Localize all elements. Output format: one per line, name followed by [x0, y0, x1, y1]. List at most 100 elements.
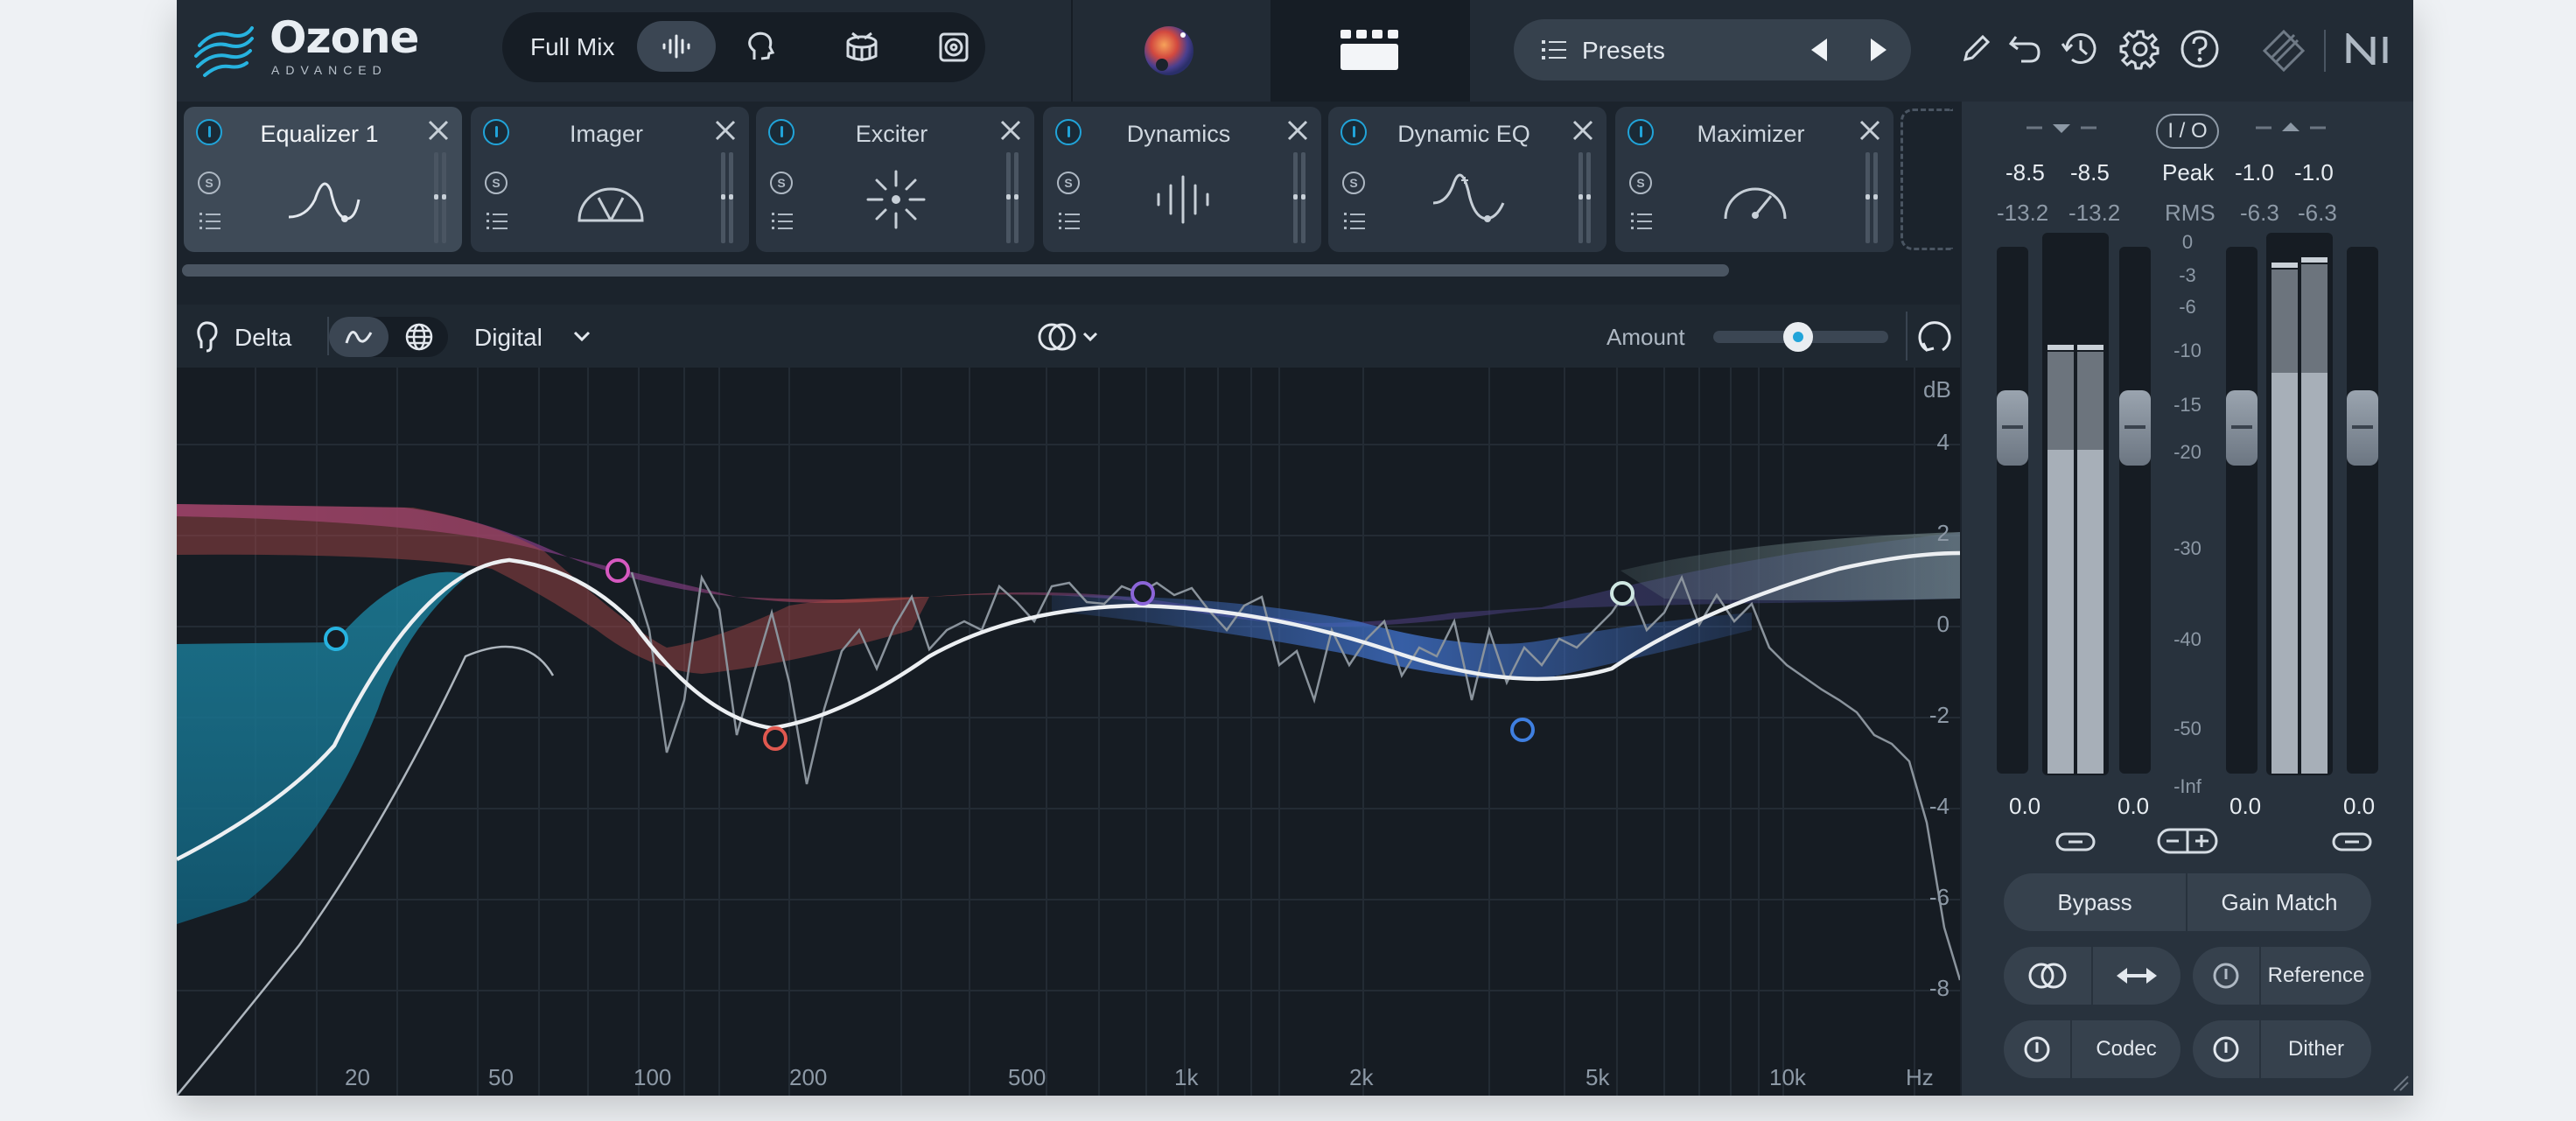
close-icon[interactable] [998, 117, 1024, 144]
output-level-right [2301, 373, 2328, 774]
output-rms-right-bar [2301, 264, 2328, 373]
chevron-down-icon[interactable] [1082, 331, 1099, 343]
module-menu-icon[interactable] [486, 212, 508, 231]
resize-grip-icon[interactable] [2390, 1073, 2410, 1092]
preset-list-icon[interactable] [1542, 39, 1566, 60]
full-mix-button[interactable] [637, 21, 716, 72]
close-icon[interactable] [1570, 117, 1596, 144]
eq-node-5[interactable] [1510, 718, 1535, 742]
eq-node-2[interactable] [606, 558, 630, 583]
module-power-button[interactable] [1055, 119, 1082, 145]
global-view-icon[interactable] [404, 322, 434, 352]
gain-match-button[interactable]: Gain Match [2188, 873, 2371, 931]
reference-button[interactable]: Reference [2261, 947, 2371, 1005]
slider-thumb-dot [1793, 332, 1803, 342]
module-equalizer[interactable]: S Equalizer 1 [184, 107, 462, 252]
module-solo-button[interactable]: S [485, 172, 508, 194]
next-preset-icon[interactable] [1867, 37, 1890, 63]
module-menu-icon[interactable] [200, 212, 220, 231]
delta-toggle[interactable]: Delta [234, 324, 291, 352]
input-gain-left[interactable]: 0.0 [2009, 793, 2040, 820]
close-icon[interactable] [1284, 117, 1311, 144]
chevron-down-icon[interactable] [572, 329, 592, 343]
add-module-slot[interactable] [1900, 109, 1953, 250]
eq-node-4[interactable] [1130, 581, 1155, 606]
reference-power-button[interactable] [2193, 947, 2259, 1005]
module-power-button[interactable] [196, 119, 222, 145]
codec-button[interactable]: Codec [2072, 1020, 2180, 1078]
settings-gear-icon[interactable] [2119, 28, 2161, 70]
io-link-button[interactable]: I / O [2156, 114, 2219, 149]
input-link-icon[interactable] [2054, 830, 2096, 854]
full-mix-label[interactable]: Full Mix [530, 33, 614, 61]
presets-label[interactable]: Presets [1582, 37, 1665, 65]
close-icon[interactable] [1857, 117, 1883, 144]
output-rms-right: -6.3 [2298, 200, 2337, 226]
eq-graph[interactable] [177, 368, 1960, 1096]
eq-node-1[interactable] [324, 627, 348, 651]
stereo-mode-button[interactable] [2004, 947, 2091, 1005]
module-menu-icon[interactable] [772, 212, 793, 231]
module-solo-button[interactable]: S [1342, 172, 1365, 194]
module-power-button[interactable] [1628, 119, 1654, 145]
input-gain-fader[interactable] [1997, 390, 2028, 466]
help-icon[interactable] [2179, 28, 2221, 70]
dither-button[interactable]: Dither [2261, 1020, 2371, 1078]
amount-slider-thumb[interactable] [1783, 322, 1813, 352]
module-solo-button[interactable]: S [1629, 172, 1652, 194]
drums-icon[interactable] [844, 30, 880, 65]
gain-offset-icon[interactable] [2156, 826, 2219, 856]
module-solo-button[interactable]: S [1057, 172, 1080, 194]
module-power-button[interactable] [483, 119, 509, 145]
module-power-button[interactable] [1340, 119, 1367, 145]
eq-node-3[interactable] [763, 726, 788, 751]
db-tick-label: -6 [1928, 884, 1950, 910]
master-assistant-icon[interactable] [1138, 19, 1200, 82]
module-exciter[interactable]: S Exciter [756, 107, 1034, 252]
learn-icon[interactable] [1914, 317, 1955, 357]
module-solo-button[interactable]: S [198, 172, 220, 194]
izotope-icon[interactable] [2259, 25, 2308, 74]
history-icon[interactable] [2060, 30, 2100, 68]
output-gain-fader[interactable] [2226, 390, 2258, 466]
input-gain-right[interactable]: 0.0 [2118, 793, 2149, 820]
instrument-icon[interactable] [936, 30, 971, 65]
input-gain-fader-2[interactable] [2119, 390, 2151, 466]
module-dynamic-eq[interactable]: S Dynamic EQ [1328, 107, 1606, 252]
eq-display[interactable]: dB 4 2 0 -2 -4 -6 -8 20 50 100 200 500 1k 2k 5k 10k Hz [177, 368, 1960, 1096]
power-icon [2213, 1036, 2239, 1062]
module-menu-icon[interactable] [1059, 212, 1080, 231]
module-imager[interactable]: S Imager [471, 107, 749, 252]
close-icon[interactable] [712, 117, 738, 144]
codec-power-button[interactable] [2004, 1020, 2070, 1078]
eq-node-6[interactable] [1610, 581, 1634, 606]
module-scrollbar-thumb[interactable] [182, 264, 1729, 277]
output-gain-fader-2[interactable] [2347, 390, 2378, 466]
module-view-button[interactable] [1270, 0, 1468, 102]
module-dynamics[interactable]: S Dynamics [1043, 107, 1321, 252]
module-maximizer[interactable]: S Maximizer [1615, 107, 1894, 252]
filter-mode-label[interactable]: Digital [474, 324, 542, 352]
dither-power-button[interactable] [2193, 1020, 2259, 1078]
bypass-button[interactable]: Bypass [2004, 873, 2186, 931]
freq-tick-label: Hz [1906, 1064, 1934, 1090]
vocal-icon[interactable] [744, 30, 779, 65]
input-level-meter [2042, 233, 2109, 775]
curve-view-button[interactable] [329, 317, 388, 357]
close-icon[interactable] [425, 117, 452, 144]
stereo-link-icon[interactable] [1036, 320, 1082, 354]
module-menu-icon[interactable] [1344, 212, 1365, 231]
undo-icon[interactable] [2007, 32, 2044, 67]
pencil-icon[interactable] [1960, 33, 1992, 65]
previous-preset-icon[interactable] [1808, 37, 1830, 63]
output-link-icon[interactable] [2331, 830, 2373, 854]
module-menu-icon[interactable] [1631, 212, 1652, 231]
dynamic-eq-icon [1432, 173, 1505, 222]
amount-slider[interactable] [1713, 322, 1888, 352]
output-gain-right[interactable]: 0.0 [2343, 793, 2375, 820]
channel-swap-button[interactable] [2093, 947, 2180, 1005]
output-gain-left[interactable]: 0.0 [2230, 793, 2261, 820]
module-solo-button[interactable]: S [770, 172, 793, 194]
module-power-button[interactable] [768, 119, 794, 145]
native-instruments-logo-icon[interactable] [2345, 33, 2396, 65]
